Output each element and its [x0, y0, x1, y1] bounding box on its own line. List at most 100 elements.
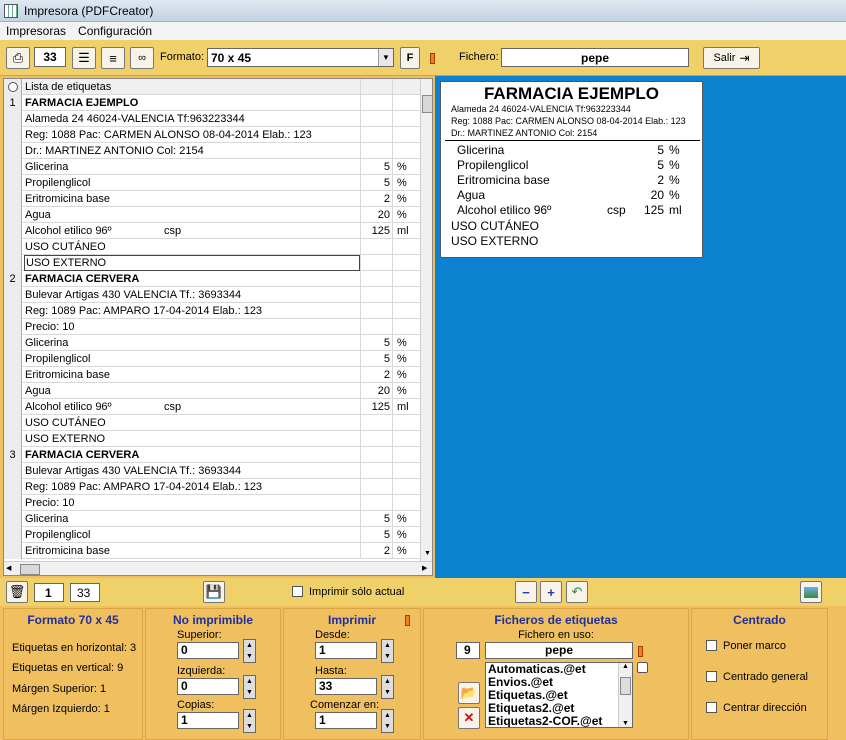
table-row[interactable]: Eritromicina base 2%: [4, 191, 420, 207]
izquierda-input[interactable]: 0: [177, 678, 239, 695]
list-view-button[interactable]: ☰: [72, 47, 96, 69]
remove-button[interactable]: −: [515, 581, 537, 603]
comenzar-spinner[interactable]: ▲ ▼: [381, 709, 394, 733]
table-row[interactable]: 1 FARMACIA EJEMPLO: [4, 95, 420, 111]
copias-spinner[interactable]: ▲ ▼: [243, 709, 256, 733]
format-color-marker[interactable]: [430, 53, 435, 64]
table-row[interactable]: Reg: 1088 Pac: CARMEN ALONSO 08-04-2014 …: [4, 127, 420, 143]
row-value: [360, 255, 392, 271]
table-row[interactable]: USO CUTÁNEO: [4, 239, 420, 255]
delete-button[interactable]: 🗑: [6, 581, 28, 603]
table-row[interactable]: Agua 20%: [4, 207, 420, 223]
table-row[interactable]: 3 FARMACIA CERVERA: [4, 447, 420, 463]
row-value: 2: [360, 367, 392, 383]
print-current-checkbox[interactable]: [292, 586, 303, 597]
delete-file-button[interactable]: ✕: [458, 707, 480, 729]
grid-horizontal-scrollbar[interactable]: ◀ ▶: [4, 561, 432, 575]
format-select[interactable]: 70 x 45 ▼: [207, 48, 394, 67]
table-row[interactable]: Bulevar Artigas 430 VALENCIA Tf.: 369334…: [4, 287, 420, 303]
table-row[interactable]: 2 FARMACIA CERVERA: [4, 271, 420, 287]
table-row[interactable]: Glicerina 5%: [4, 159, 420, 175]
image-button[interactable]: [800, 581, 822, 603]
open-file-button[interactable]: 📂: [458, 682, 480, 704]
scroll-h-thumb[interactable]: [20, 564, 40, 575]
scroll-left-arrow[interactable]: ◀: [6, 564, 11, 572]
desde-input[interactable]: 1: [315, 642, 377, 659]
table-row[interactable]: USO CUTÁNEO: [4, 415, 420, 431]
menu-configuracion[interactable]: Configuración: [72, 24, 158, 38]
izquierda-spinner[interactable]: ▲ ▼: [243, 675, 256, 699]
label-list-grid[interactable]: Lista de etiquetas 1 FARMACIA EJEMPLO Alam…: [3, 78, 433, 576]
table-row[interactable]: Propilenglicol 5%: [4, 175, 420, 191]
scroll-down-arrow[interactable]: ▼: [421, 547, 432, 561]
list-edit-button[interactable]: ≡: [101, 47, 125, 69]
copias-label: Copias:: [177, 699, 215, 711]
table-row[interactable]: Reg: 1089 Pac: AMPARO 17-04-2014 Elab.: …: [4, 303, 420, 319]
grid-vertical-scrollbar[interactable]: ▼: [420, 79, 432, 561]
nonprintable-panel: No imprimible Superior: 0 ▲ ▼ Izquierda: …: [145, 608, 281, 740]
preview-line1: Alameda 24 46024-VALENCIA Tf:963223344: [451, 104, 631, 114]
hasta-spinner[interactable]: ▲ ▼: [381, 675, 394, 699]
scroll-thumb[interactable]: [422, 95, 432, 113]
table-row[interactable]: Propilenglicol 5%: [4, 527, 420, 543]
file-in-use-input[interactable]: pepe: [485, 642, 633, 659]
table-row[interactable]: Alcohol etilico 96º csp 125 ml: [4, 399, 420, 415]
file-option-radio[interactable]: [637, 662, 648, 673]
row-unit: [392, 111, 420, 127]
undo-button[interactable]: ↶: [566, 581, 588, 603]
table-row[interactable]: Bulevar Artigas 430 VALENCIA Tf.: 369334…: [4, 463, 420, 479]
scroll-right-arrow[interactable]: ▶: [422, 564, 427, 572]
row-text: Agua: [25, 385, 51, 397]
table-row[interactable]: Propilenglicol 5%: [4, 351, 420, 367]
file-color-marker[interactable]: [638, 646, 643, 657]
copias-input[interactable]: 1: [177, 712, 239, 729]
chevron-down-icon[interactable]: ▼: [378, 49, 393, 66]
table-row[interactable]: USO EXTERNO: [4, 431, 420, 447]
centrar-direccion-checkbox[interactable]: [706, 702, 717, 713]
table-row[interactable]: Glicerina 5%: [4, 335, 420, 351]
exit-button[interactable]: Salir ⇥: [703, 47, 760, 69]
add-button[interactable]: +: [540, 581, 562, 603]
plus-icon: +: [547, 584, 555, 600]
row-number: [4, 223, 22, 239]
table-row[interactable]: Precio: 10: [4, 495, 420, 511]
row-number: [4, 127, 22, 143]
search-button[interactable]: ∞: [130, 47, 154, 69]
count-field[interactable]: 33: [34, 47, 66, 67]
table-row[interactable]: Alcohol etilico 96º csp 125 ml: [4, 223, 420, 239]
file-list[interactable]: Automaticas.@et Envios.@et Etiquetas.@et Et…: [485, 662, 633, 728]
hasta-input[interactable]: 33: [315, 678, 377, 695]
poner-marco-checkbox[interactable]: [706, 640, 717, 651]
file-input[interactable]: pepe: [501, 48, 689, 67]
file-list-scrollbar[interactable]: ▲ ▼: [618, 663, 632, 727]
menu-impresoras[interactable]: Impresoras: [0, 24, 72, 38]
f-button[interactable]: F: [400, 47, 420, 69]
comenzar-input[interactable]: 1: [315, 712, 377, 729]
save-button[interactable]: 💾: [203, 581, 225, 603]
table-row[interactable]: Dr.: MARTINEZ ANTONIO Col: 2154: [4, 143, 420, 159]
table-row[interactable]: Eritromicina base 2%: [4, 367, 420, 383]
table-row[interactable]: Precio: 10: [4, 319, 420, 335]
table-row[interactable]: USO EXTERNO: [4, 255, 420, 271]
preview-item-unit: %: [669, 158, 680, 172]
table-row[interactable]: Glicerina 5%: [4, 511, 420, 527]
row-number: [4, 255, 22, 271]
table-row[interactable]: Alameda 24 46024-VALENCIA Tf:963223344: [4, 111, 420, 127]
page-field[interactable]: 1: [34, 583, 64, 602]
table-row[interactable]: Agua 20%: [4, 383, 420, 399]
list-edit-icon: ≡: [109, 50, 117, 66]
desde-spinner[interactable]: ▲ ▼: [381, 639, 394, 663]
table-row[interactable]: Reg: 1089 Pac: AMPARO 17-04-2014 Elab.: …: [4, 479, 420, 495]
select-all-checkbox[interactable]: [4, 79, 22, 95]
printer-button[interactable]: ⎙: [6, 47, 30, 69]
grid-header-unit: [392, 79, 420, 95]
table-row[interactable]: Eritromicina base 2%: [4, 543, 420, 559]
centrado-general-checkbox[interactable]: [706, 671, 717, 682]
print-color-marker[interactable]: [405, 615, 410, 626]
row-unit: %: [392, 335, 420, 351]
row-text: FARMACIA CERVERA: [25, 273, 140, 285]
file-list-item[interactable]: Etiquetas2-COF.@et: [486, 715, 632, 728]
superior-spinner[interactable]: ▲ ▼: [243, 639, 256, 663]
superior-input[interactable]: 0: [177, 642, 239, 659]
row-text: Reg: 1088 Pac: CARMEN ALONSO 08-04-2014 …: [25, 129, 312, 141]
